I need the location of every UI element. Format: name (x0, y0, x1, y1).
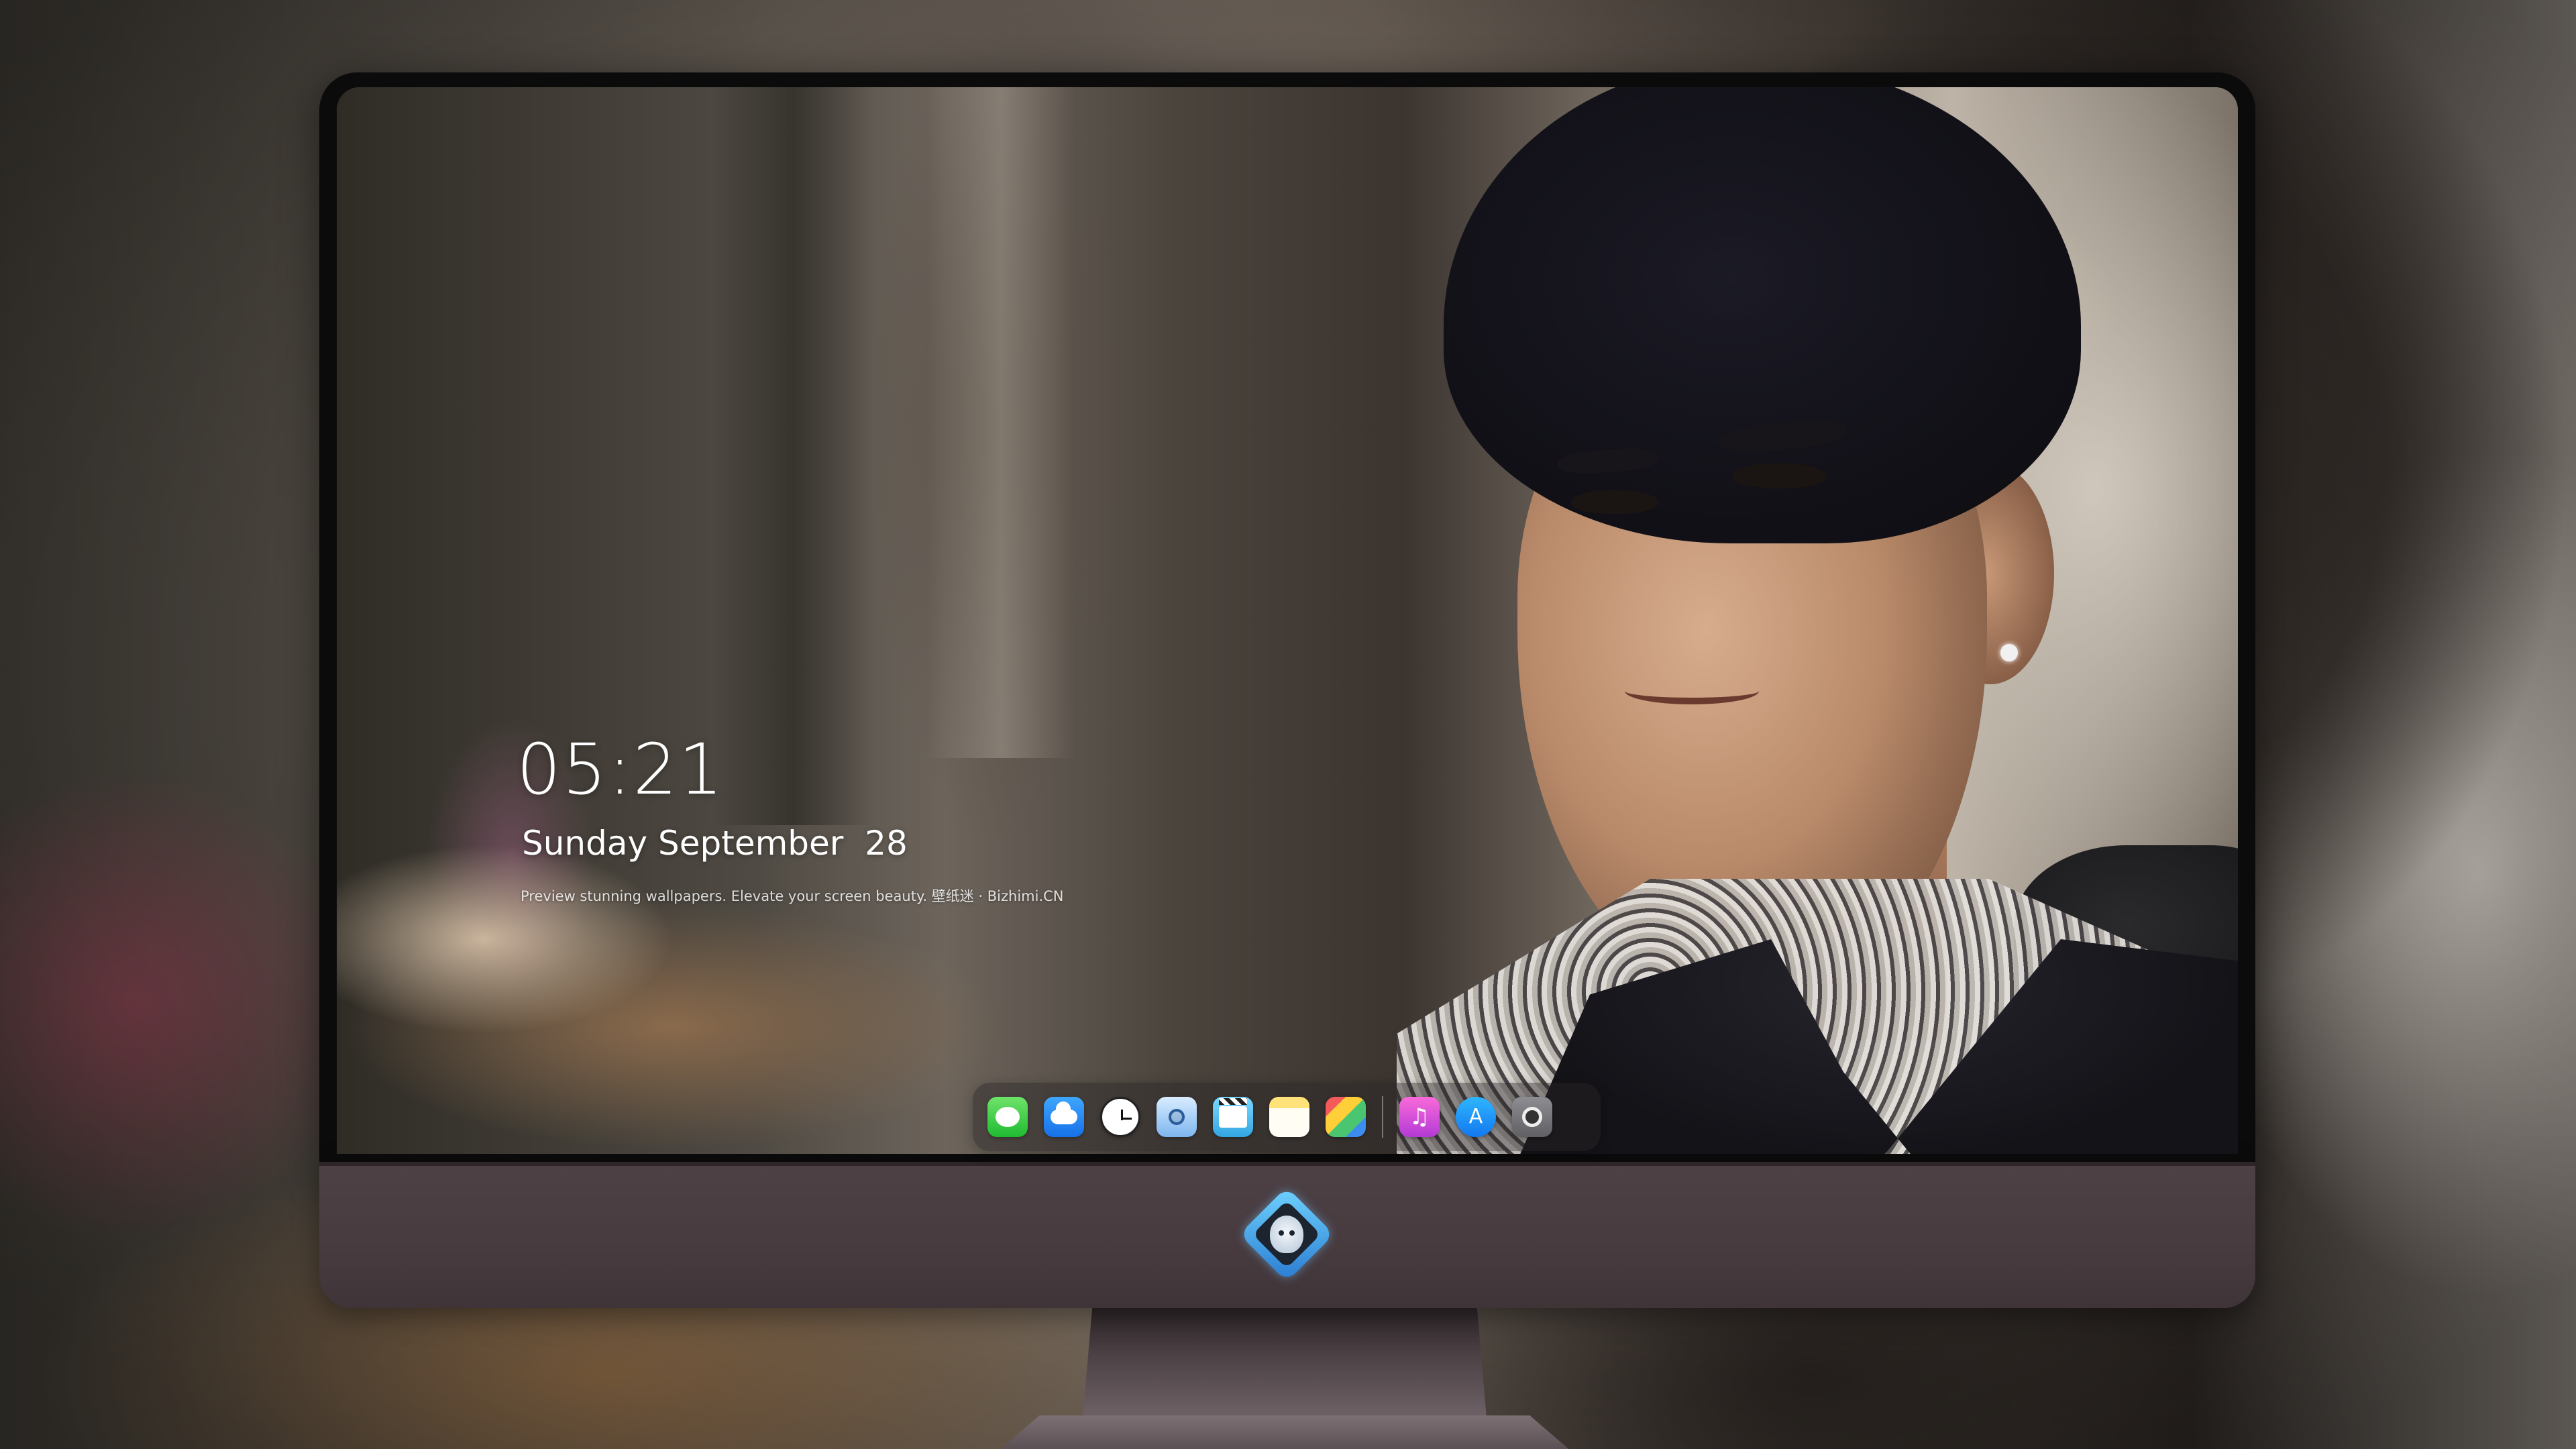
dock: ♫ A (973, 1083, 1601, 1151)
messages-icon[interactable] (987, 1097, 1028, 1137)
clapperboard-icon[interactable] (1213, 1097, 1253, 1137)
wallpaper-portrait (1142, 87, 2238, 1154)
lock-screen (337, 87, 2238, 1154)
wallpaper-curtain-light (927, 87, 1075, 758)
lock-screen-date: Sunday September 28 (522, 824, 908, 863)
photo-booth-icon[interactable] (1326, 1097, 1366, 1137)
weather-icon[interactable] (1044, 1097, 1084, 1137)
dock-separator (1382, 1096, 1383, 1138)
portrait-mouth (1625, 678, 1759, 704)
portrait-eye-left (1571, 490, 1658, 514)
lock-screen-time: 05:21 (517, 729, 724, 810)
monitor-chin-seam (319, 1162, 2255, 1166)
portrait-earring (2000, 644, 2018, 661)
mockup-scene: 05:21 Sunday September 28 Preview stunni… (0, 0, 2576, 1449)
clock-icon[interactable] (1100, 1097, 1140, 1137)
preview-icon[interactable] (1157, 1097, 1197, 1137)
camera-icon[interactable] (1512, 1097, 1552, 1137)
monitor-stand-base (993, 1415, 1576, 1449)
portrait-eye-right (1732, 463, 1826, 488)
notes-icon[interactable] (1269, 1097, 1309, 1137)
wallpaper-curtain-shadow (712, 87, 873, 825)
app-store-icon[interactable]: A (1456, 1097, 1496, 1137)
brand-logo-mascot-icon (1270, 1216, 1303, 1253)
lock-screen-tagline: Preview stunning wallpapers. Elevate you… (521, 888, 1064, 904)
music-icon[interactable]: ♫ (1399, 1097, 1440, 1137)
